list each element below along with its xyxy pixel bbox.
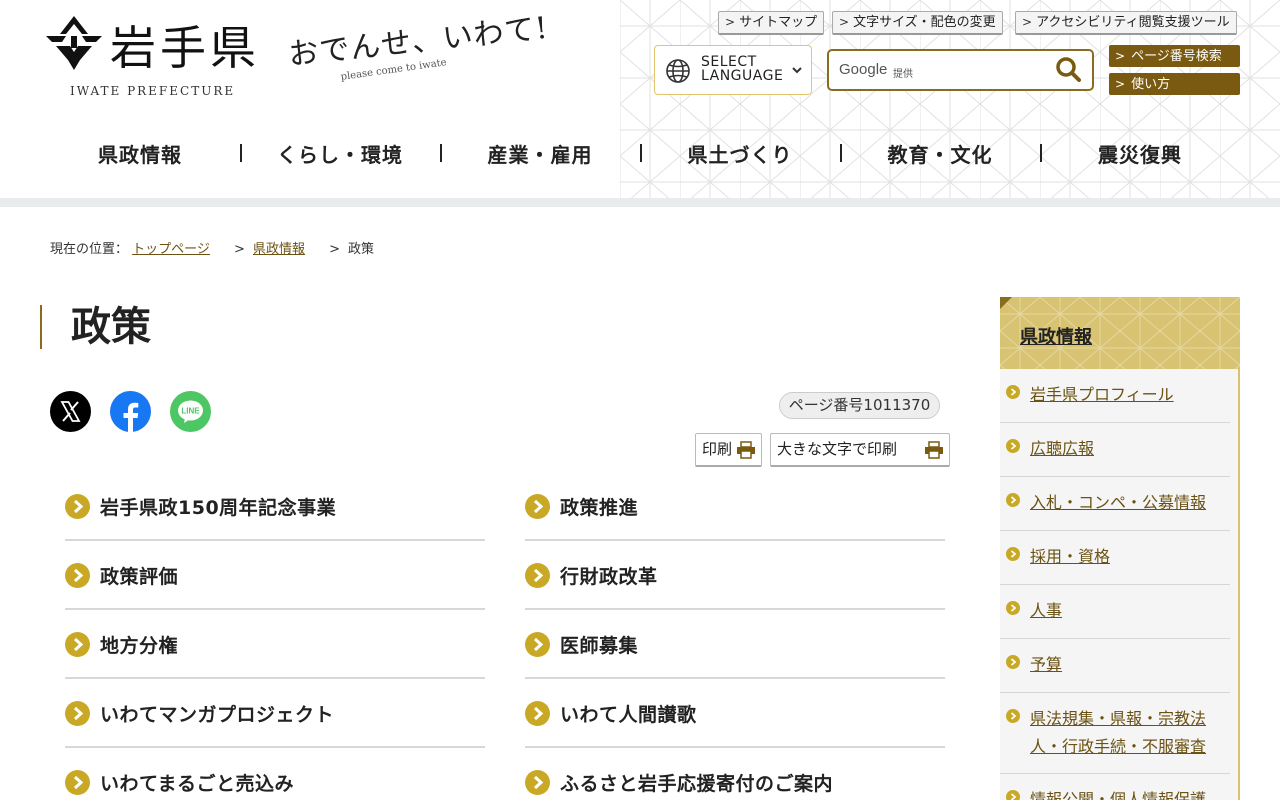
chevron-right-icon: > (1115, 49, 1126, 63)
arrow-circle-icon (525, 770, 550, 795)
print-large-text-button[interactable]: 大きな文字で印刷 (770, 433, 950, 467)
corner-triangle-icon (1000, 297, 1012, 309)
policy-link[interactable]: 医師募集 (525, 610, 945, 679)
share-line-button[interactable]: LINE (170, 391, 211, 432)
arrow-circle-icon (65, 632, 90, 657)
gnav-item-land-development[interactable]: 県土づくり (640, 128, 840, 178)
search-button[interactable] (1051, 55, 1085, 85)
arrow-circle-icon (525, 494, 550, 519)
sidebar-border (1238, 369, 1240, 800)
printer-icon (925, 441, 943, 459)
sidebar-item[interactable]: 予算 (1000, 639, 1230, 693)
policy-link[interactable]: いわてマンガプロジェクト (65, 679, 485, 748)
policy-link[interactable]: 政策評価 (65, 541, 485, 610)
arrow-circle-icon (1006, 385, 1020, 399)
slogan: おでんせ、いわて! please come to iwate (286, 11, 550, 92)
breadcrumb: 現在の位置： トップページ > 県政情報 > 政策 (50, 238, 374, 257)
breadcrumb-link-top[interactable]: トップページ (132, 242, 210, 257)
policy-link[interactable]: いわてまるごと売込み (65, 748, 485, 800)
breadcrumb-separator: > (234, 242, 245, 257)
sitemap-link[interactable]: > サイトマップ (718, 11, 825, 35)
accessibility-tool-link[interactable]: > アクセシビリティ閲覧支援ツール (1015, 11, 1237, 35)
policy-link[interactable]: 岩手県政150周年記念事業 (65, 472, 485, 541)
arrow-circle-icon (65, 701, 90, 726)
how-to-use-button[interactable]: > 使い方 (1109, 73, 1240, 95)
arrow-circle-icon (1006, 439, 1020, 453)
search-icon (1056, 56, 1081, 82)
chevron-right-icon: > (1115, 77, 1126, 91)
arrow-circle-icon (1006, 493, 1020, 507)
arrow-circle-icon (1006, 790, 1020, 800)
policy-link[interactable]: いわて人間讃歌 (525, 679, 945, 748)
page-number-badge: ページ番号1011370 (779, 392, 940, 419)
arrow-circle-icon (1006, 709, 1020, 723)
global-nav: 県政情報 くらし・環境 産業・雇用 県土づくり 教育・文化 震災復興 (40, 128, 1240, 178)
page-title: 政策 (40, 305, 151, 349)
gnav-item-education-culture[interactable]: 教育・文化 (840, 128, 1040, 178)
share-facebook-button[interactable] (110, 391, 151, 432)
arrow-circle-icon (1006, 655, 1020, 669)
prefecture-emblem-icon (46, 16, 102, 70)
arrow-circle-icon (1006, 547, 1020, 561)
chevron-down-icon (792, 67, 802, 74)
facebook-icon (123, 402, 139, 432)
language-selector[interactable]: SELECT LANGUAGE (654, 45, 812, 95)
text-size-color-link[interactable]: > 文字サイズ・配色の変更 (832, 11, 1003, 35)
chevron-right-icon: > (725, 15, 736, 29)
site-search: Google 提供 (827, 49, 1094, 91)
arrow-circle-icon (65, 770, 90, 795)
policy-link[interactable]: 地方分権 (65, 610, 485, 679)
arrow-circle-icon (525, 563, 550, 588)
gnav-item-disaster-recovery[interactable]: 震災復興 (1040, 128, 1240, 178)
arrow-circle-icon (65, 494, 90, 519)
breadcrumb-prefix: 現在の位置： (50, 242, 129, 257)
sidebar-heading[interactable]: 県政情報 (1000, 297, 1240, 369)
globe-icon (666, 59, 690, 83)
sidebar-item[interactable]: 岩手県プロフィール (1000, 369, 1230, 423)
gnav-item-living-environment[interactable]: くらし・環境 (240, 128, 440, 178)
arrow-circle-icon (1006, 601, 1020, 615)
policy-link[interactable]: 政策推進 (525, 472, 945, 541)
chevron-right-icon: > (1022, 15, 1033, 29)
logo-subtitle: IWATE PREFECTURE (70, 84, 236, 98)
site-header: 岩手県 IWATE PREFECTURE おでんせ、いわて! please co… (0, 0, 1280, 198)
gnav-item-industry-employment[interactable]: 産業・雇用 (440, 128, 640, 178)
print-button[interactable]: 印刷 (695, 433, 762, 467)
printer-icon (737, 441, 755, 459)
google-label: Google (839, 61, 888, 78)
language-label: SELECT LANGUAGE (701, 54, 784, 84)
arrow-circle-icon (65, 563, 90, 588)
sidebar-item[interactable]: 情報公開・個人情報保護 (1000, 774, 1230, 800)
share-x-button[interactable] (50, 391, 91, 432)
policy-link[interactable]: ふるさと岩手応援寄付のご案内 (525, 748, 945, 800)
line-icon: LINE (178, 400, 203, 423)
provided-label: 提供 (893, 69, 913, 80)
breadcrumb-link-prefectural-info[interactable]: 県政情報 (253, 242, 305, 257)
sidebar-item[interactable]: 広聴広報 (1000, 423, 1230, 477)
logo-title: 岩手県 (110, 21, 260, 75)
arrow-circle-icon (525, 701, 550, 726)
svg-text:LINE: LINE (181, 407, 200, 416)
breadcrumb-current: 政策 (348, 242, 375, 257)
sidebar-item[interactable]: 県法規集・県報・宗教法人・行政手続・不服審査 (1000, 693, 1230, 774)
header-divider (0, 198, 1280, 207)
page-number-search-button[interactable]: > ページ番号検索 (1109, 45, 1240, 67)
x-icon (60, 401, 81, 422)
policy-link[interactable]: 行財政改革 (525, 541, 945, 610)
sidebar-nav: 県政情報 岩手県プロフィール 広聴広報 入札・コンペ・公募情報 採用・資格 人事… (1000, 297, 1240, 800)
chevron-right-icon: > (839, 15, 850, 29)
sidebar-item[interactable]: 採用・資格 (1000, 531, 1230, 585)
sidebar-item[interactable]: 入札・コンペ・公募情報 (1000, 477, 1230, 531)
sidebar-item[interactable]: 人事 (1000, 585, 1230, 639)
breadcrumb-separator: > (329, 242, 341, 257)
gnav-item-prefectural-info[interactable]: 県政情報 (40, 128, 240, 178)
arrow-circle-icon (525, 632, 550, 657)
site-logo[interactable]: 岩手県 IWATE PREFECTURE (40, 10, 275, 100)
search-input[interactable] (921, 57, 1041, 83)
